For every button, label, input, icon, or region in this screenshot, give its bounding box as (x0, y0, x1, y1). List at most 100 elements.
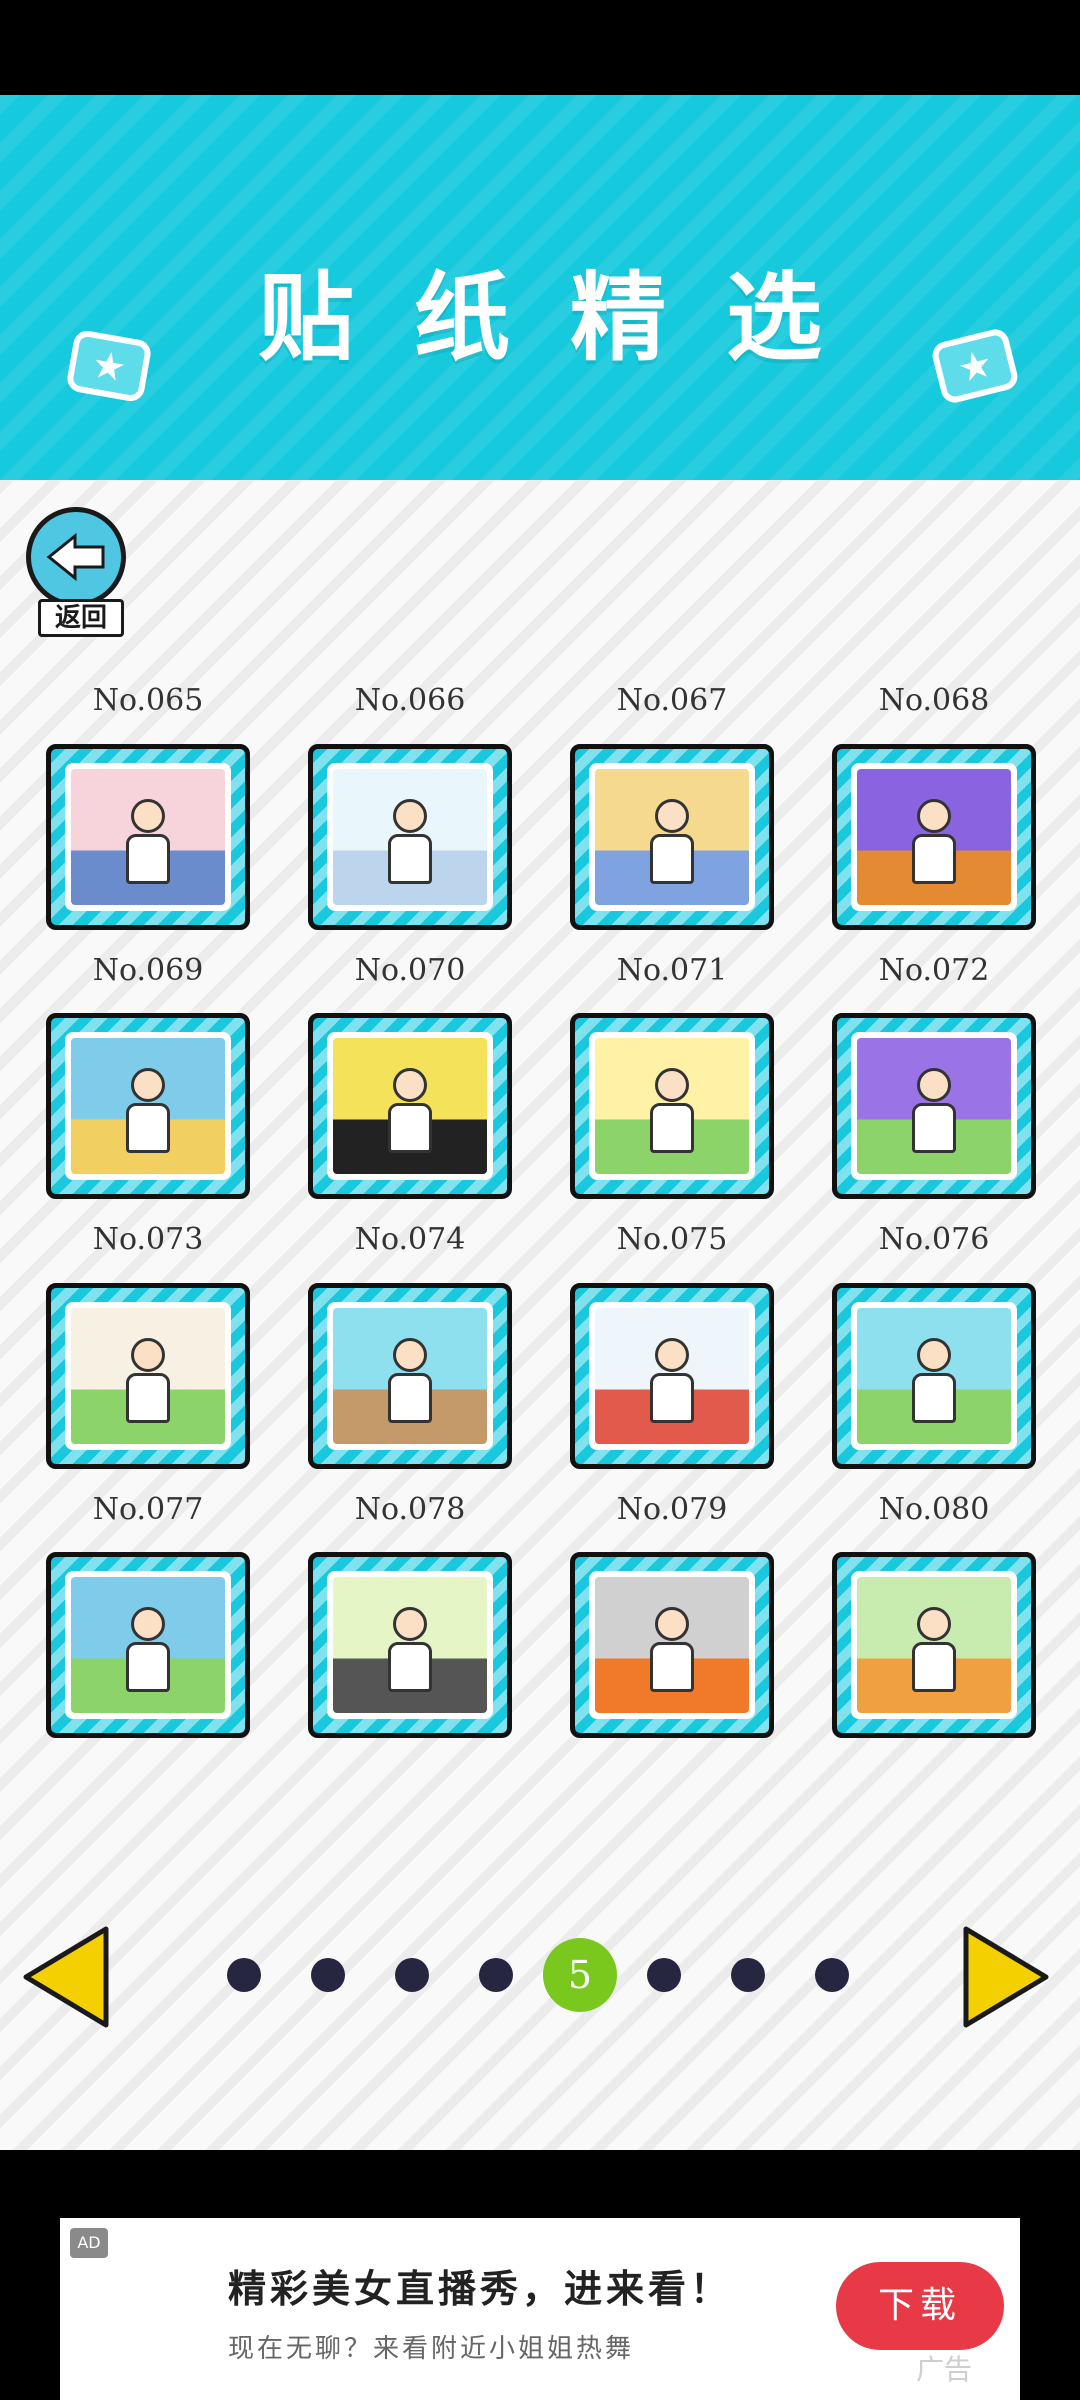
sticker-figure (655, 1337, 689, 1372)
sticker-tile[interactable] (46, 1283, 250, 1469)
sticker-figure (131, 1606, 165, 1641)
sticker-number-label: No.071 (616, 953, 728, 988)
sticker-illustration (333, 1038, 487, 1174)
sticker-number-label: No.072 (878, 953, 990, 988)
sticker-figure-body (650, 1373, 694, 1424)
sticker-figure (917, 1067, 951, 1102)
page-indicator-dot[interactable] (395, 1958, 429, 1992)
sticker-number-label: No.067 (616, 683, 728, 718)
sticker-illustration (333, 769, 487, 905)
sticker-number-label: No.076 (878, 1222, 990, 1257)
sticker-figure (131, 798, 165, 833)
sticker-frame (851, 1032, 1017, 1180)
sticker-tile[interactable] (308, 744, 512, 930)
sticker-figure (655, 798, 689, 833)
sticker-illustration (71, 1038, 225, 1174)
sticker-figure-body (388, 1642, 432, 1693)
ad-headline[interactable]: 精彩美女直播秀，进来看！ (228, 2258, 732, 2313)
sticker-illustration (333, 1308, 487, 1444)
sticker-tile[interactable] (308, 1013, 512, 1199)
back-button[interactable]: 返回 (24, 505, 134, 637)
ad-download-button[interactable]: 下载 (836, 2262, 1004, 2350)
sticker-figure-body (126, 1373, 170, 1424)
page-indicator-dot[interactable] (479, 1958, 513, 1992)
sticker-frame (65, 1302, 231, 1450)
page-indicator-dot[interactable] (311, 1958, 345, 1992)
sticker-figure (131, 1337, 165, 1372)
sticker-number-label: No.077 (92, 1492, 204, 1527)
sticker-figure (393, 1337, 427, 1372)
sticker-frame (851, 763, 1017, 911)
sticker-number-label: No.079 (616, 1492, 728, 1527)
sticker-number-label: No.065 (92, 683, 204, 718)
sticker-figure-body (126, 1103, 170, 1154)
sticker-tile[interactable] (308, 1283, 512, 1469)
sticker-figure-body (650, 834, 694, 885)
sticker-illustration (71, 1577, 225, 1713)
sticker-tile[interactable] (570, 1283, 774, 1469)
page-title: 贴纸精选 (258, 262, 882, 374)
sticker-tile[interactable] (832, 1283, 1036, 1469)
back-arrow-icon (26, 507, 126, 607)
sticker-illustration (857, 1577, 1011, 1713)
sticker-tile[interactable] (832, 1552, 1036, 1738)
sticker-frame (327, 1032, 493, 1180)
sticker-number-label: No.069 (92, 953, 204, 988)
sticker-tile[interactable] (570, 744, 774, 930)
sticker-number-label: No.070 (354, 953, 466, 988)
page-indicator-active[interactable]: 5 (543, 1938, 617, 2012)
sticker-figure-body (126, 834, 170, 885)
sticker-number-label: No.066 (354, 683, 466, 718)
ad-subline: 现在无聊？来看附近小姐姐热舞 (228, 2334, 635, 2364)
sticker-tile[interactable] (832, 1013, 1036, 1199)
sticker-tile[interactable] (570, 1552, 774, 1738)
sticker-frame (851, 1302, 1017, 1450)
sticker-illustration (595, 1308, 749, 1444)
page-indicator-dot[interactable] (227, 1958, 261, 1992)
sticker-tile[interactable] (46, 744, 250, 930)
status-bar (0, 0, 1080, 95)
sticker-figure-body (388, 1373, 432, 1424)
next-page-button[interactable] (962, 1925, 1052, 2029)
sticker-tile[interactable] (308, 1552, 512, 1738)
sticker-number-label: No.078 (354, 1492, 466, 1527)
sticker-figure-body (388, 834, 432, 885)
sticker-tile[interactable] (570, 1013, 774, 1199)
sticker-frame (589, 763, 755, 911)
sticker-figure-body (126, 1642, 170, 1693)
sticker-illustration (595, 1038, 749, 1174)
sticker-number-label: No.068 (878, 683, 990, 718)
sticker-frame (589, 1302, 755, 1450)
sticker-tile[interactable] (46, 1013, 250, 1199)
sticker-frame (327, 1302, 493, 1450)
sticker-figure (655, 1067, 689, 1102)
sticker-figure-body (650, 1642, 694, 1693)
previous-page-button[interactable] (20, 1925, 110, 2029)
sticker-illustration (857, 769, 1011, 905)
yellow-right-triangle-icon (963, 1926, 1049, 2028)
page-indicator-dot[interactable] (731, 1958, 765, 1992)
sticker-figure (393, 798, 427, 833)
sticker-frame (589, 1032, 755, 1180)
page-indicator-dot[interactable] (815, 1958, 849, 1992)
sticker-figure (917, 798, 951, 833)
page-indicator-dot[interactable] (647, 1958, 681, 1992)
sticker-figure-body (912, 1642, 956, 1693)
sticker-tile[interactable] (832, 744, 1036, 930)
sticker-illustration (71, 769, 225, 905)
sticker-illustration (857, 1038, 1011, 1174)
ad-banner[interactable]: AD 精彩美女直播秀，进来看！ 现在无聊？来看附近小姐姐热舞 下载 广告 (60, 2218, 1020, 2400)
sticker-figure-body (388, 1103, 432, 1154)
sticker-tile[interactable] (46, 1552, 250, 1738)
sticker-figure-body (650, 1103, 694, 1154)
sticker-figure (917, 1606, 951, 1641)
sticker-number-label: No.075 (616, 1222, 728, 1257)
back-label: 返回 (38, 599, 124, 637)
sticker-illustration (595, 1577, 749, 1713)
sticker-illustration (71, 1308, 225, 1444)
sticker-number-label: No.073 (92, 1222, 204, 1257)
sticker-illustration (333, 1577, 487, 1713)
sticker-frame (65, 1032, 231, 1180)
sticker-figure (393, 1606, 427, 1641)
sticker-figure-body (912, 1373, 956, 1424)
